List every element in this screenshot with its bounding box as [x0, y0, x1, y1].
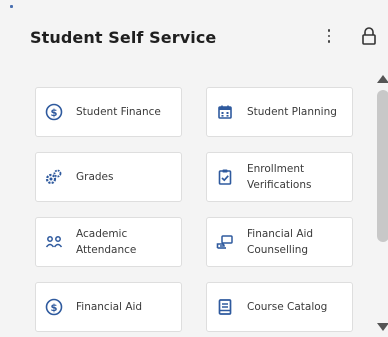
clipboard-check-icon [215, 167, 235, 187]
chat-hand-icon [215, 232, 235, 252]
gears-icon [44, 167, 64, 187]
svg-text:$: $ [51, 108, 58, 119]
tile-financial-aid-counselling[interactable]: Financial Aid Counselling [206, 217, 353, 267]
tile-label: Student Finance [76, 106, 161, 118]
tile-student-finance[interactable]: $ Student Finance [35, 87, 182, 137]
book-icon [215, 297, 235, 317]
svg-text:$: $ [51, 303, 58, 314]
widget-title: Student Self Service [30, 28, 217, 47]
tile-grades[interactable]: Grades [35, 152, 182, 202]
tile-course-catalog[interactable]: Course Catalog [206, 282, 353, 332]
dollar-circle-icon: $ [44, 102, 64, 122]
people-icon [44, 232, 64, 252]
scroll-down-arrow[interactable] [377, 323, 388, 331]
scrollbar-thumb[interactable] [377, 90, 388, 242]
tile-academic-attendance[interactable]: Academic Attendance [35, 217, 182, 267]
lock-icon[interactable] [360, 26, 378, 46]
tile-label: Grades [76, 171, 114, 183]
scroll-up-arrow[interactable] [377, 75, 388, 83]
tile-label: Financial Aid Counselling [247, 228, 314, 256]
kebab-menu-icon[interactable] [322, 26, 336, 46]
calendar-icon [215, 102, 235, 122]
tile-enrollment-verifications[interactable]: Enrollment Verifications [206, 152, 353, 202]
tile-student-planning[interactable]: Student Planning [206, 87, 353, 137]
tile-label: Academic Attendance [76, 228, 137, 256]
tile-label: Student Planning [247, 106, 337, 118]
tile-label: Course Catalog [247, 301, 328, 313]
widget-header: Student Self Service [0, 0, 388, 70]
tile-financial-aid[interactable]: $ Financial Aid [35, 282, 182, 332]
tile-label: Financial Aid [76, 301, 143, 313]
tile-label: Enrollment Verifications [247, 163, 312, 191]
dollar-circle-icon: $ [44, 297, 64, 317]
